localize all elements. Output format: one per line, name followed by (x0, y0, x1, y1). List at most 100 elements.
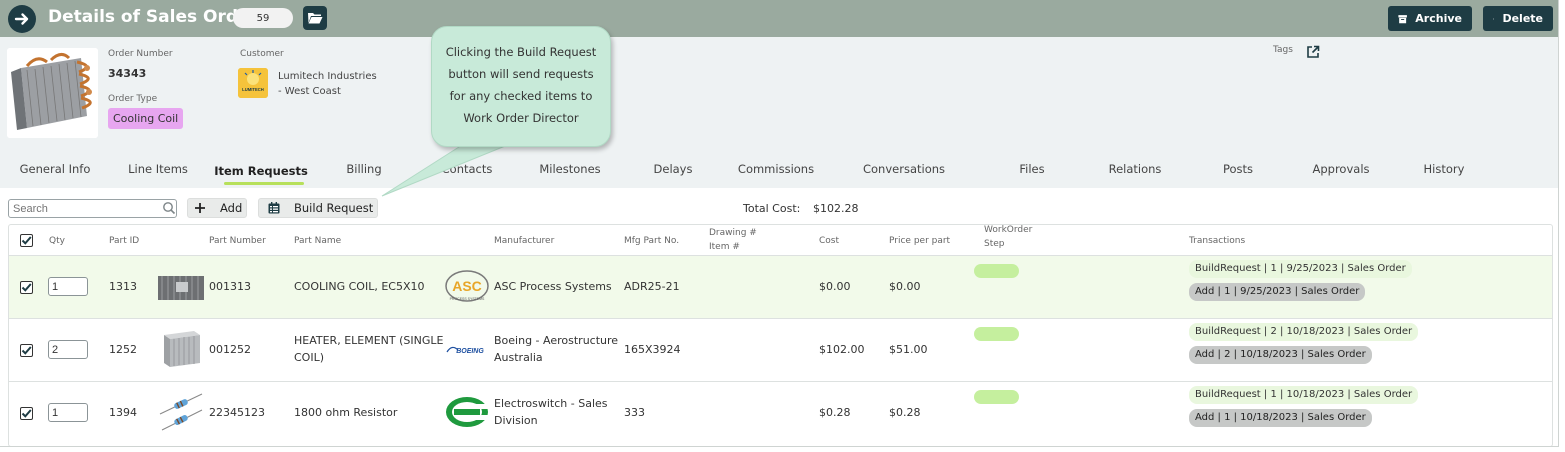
archive-button[interactable]: Archive (1388, 6, 1472, 31)
part-number: 001252 (209, 343, 251, 356)
electroswitch-logo-icon (446, 397, 488, 427)
header-workorder-line2: Step (984, 239, 1005, 249)
delete-label: Delete (1502, 12, 1543, 25)
row-checkbox[interactable] (20, 344, 33, 357)
transaction-build-request[interactable]: BuildRequest | 1 | 9/25/2023 | Sales Ord… (1189, 260, 1412, 278)
tooltip-line-3: for any checked items to (449, 89, 593, 103)
price-per-part: $0.00 (889, 280, 921, 293)
manufacturer-logo: BOEING (444, 332, 490, 368)
calendar-list-icon (268, 202, 280, 214)
table-row[interactable]: 1394 22345123 1800 ohm Resistor (9, 381, 1552, 444)
part-name-line1: 1800 ohm Resistor (294, 406, 398, 419)
plus-icon (195, 203, 205, 213)
checkmark-icon (21, 346, 32, 355)
checkmark-icon (21, 283, 32, 292)
price-per-part: $51.00 (889, 343, 928, 356)
folder-button[interactable] (303, 6, 327, 30)
customer-name-line1: Lumitech Industries (278, 71, 377, 82)
order-number-label: Order Number (108, 49, 173, 59)
transaction-build-request[interactable]: BuildRequest | 2 | 10/18/2023 | Sales Or… (1189, 323, 1419, 341)
tab-general-info[interactable]: General Info (20, 162, 91, 176)
customer-label: Customer (240, 49, 284, 59)
quantity-input[interactable] (48, 277, 88, 296)
workorder-step-pill[interactable] (974, 390, 1019, 404)
header-workorder-line1: WorkOrder (984, 225, 1033, 235)
tab-line-items[interactable]: Line Items (128, 162, 188, 176)
header-drawing-line2: Item # (709, 242, 740, 252)
part-name-line2: COIL) (294, 351, 325, 364)
part-name: COOLING COIL, EC5X10 (294, 278, 425, 295)
manufacturer-line1: Electroswitch - Sales (494, 397, 608, 410)
manufacturer-logo (444, 394, 490, 430)
transaction-build-request[interactable]: BuildRequest | 1 | 10/18/2023 | Sales Or… (1189, 386, 1419, 404)
workorder-step-pill[interactable] (974, 327, 1019, 341)
quantity-input[interactable] (48, 340, 88, 359)
header-manufacturer: Manufacturer (494, 236, 555, 246)
part-image (158, 329, 204, 369)
customer-logo-text: LUMITECH (242, 87, 264, 92)
part-name-line1: HEATER, ELEMENT (SINGLE (294, 334, 444, 347)
search-input[interactable] (8, 199, 177, 218)
build-request-button[interactable]: Build Request (258, 198, 378, 218)
manufacturer-name: Boeing - Aerostructure Australia (494, 332, 618, 366)
resistor-part-image (159, 393, 203, 431)
tab-item-requests[interactable]: Item Requests (214, 164, 308, 178)
part-image (158, 268, 204, 308)
tab-billing[interactable]: Billing (346, 162, 381, 176)
search-icon[interactable] (162, 201, 176, 215)
tab-approvals[interactable]: Approvals (1312, 162, 1369, 176)
back-button[interactable] (8, 5, 36, 33)
tab-milestones[interactable]: Milestones (539, 162, 600, 176)
header-part-number: Part Number (209, 236, 266, 246)
cooling-coil-part-image (158, 276, 204, 300)
tab-relations[interactable]: Relations (1109, 162, 1162, 176)
manufacturer-name: Electroswitch - Sales Division (494, 395, 608, 429)
archive-label: Archive (1415, 12, 1462, 25)
tab-contacts[interactable]: Contacts (442, 162, 493, 176)
tooltip-line-4: Work Order Director (463, 111, 579, 125)
checkmark-icon (21, 409, 32, 418)
tab-delays[interactable]: Delays (654, 162, 693, 176)
customer-logo[interactable]: LUMITECH (238, 68, 268, 98)
header-price-per-part: Price per part (889, 236, 951, 246)
header-cost: Cost (819, 236, 840, 246)
boeing-logo-icon: BOEING (446, 346, 484, 355)
heater-part-image (164, 331, 200, 367)
mfg-part-no: 333 (624, 406, 645, 419)
price-per-part: $0.28 (889, 406, 921, 419)
add-button[interactable]: Add (187, 198, 247, 218)
transaction-add[interactable]: Add | 1 | 10/18/2023 | Sales Order (1189, 409, 1372, 427)
close-icon (1493, 17, 1495, 20)
tab-history[interactable]: History (1424, 162, 1465, 176)
header-transactions: Transactions (1189, 236, 1246, 246)
manufacturer-line2: Australia (494, 351, 543, 364)
cost: $0.28 (819, 406, 851, 419)
checkmark-icon (21, 236, 32, 245)
delete-button[interactable]: Delete (1483, 6, 1553, 31)
header-mfg-part-no: Mfg Part No. (624, 236, 680, 246)
customer-name[interactable]: Lumitech Industries - West Coast (278, 69, 388, 99)
tab-posts[interactable]: Posts (1223, 162, 1253, 176)
page-title: Details of Sales Order (48, 7, 258, 27)
tab-conversations[interactable]: Conversations (863, 162, 945, 176)
row-checkbox[interactable] (20, 407, 33, 420)
manufacturer-line1: ASC Process Systems (494, 280, 612, 293)
table-row[interactable]: 1252 001252 HEATER, ELEMENT (SINGLE COIL… (9, 318, 1552, 381)
external-link-icon[interactable] (1306, 45, 1320, 59)
row-checkbox[interactable] (20, 281, 33, 294)
transaction-add[interactable]: Add | 2 | 10/18/2023 | Sales Order (1189, 346, 1372, 364)
folder-open-icon (308, 13, 323, 24)
add-label: Add (220, 201, 243, 215)
quantity-input[interactable] (48, 403, 88, 422)
select-all-checkbox[interactable] (20, 234, 33, 247)
part-number: 001313 (209, 280, 251, 293)
transaction-add[interactable]: Add | 1 | 9/25/2023 | Sales Order (1189, 283, 1366, 301)
part-name: HEATER, ELEMENT (SINGLE COIL) (294, 332, 443, 366)
manufacturer-name: ASC Process Systems (494, 278, 612, 295)
workorder-step-pill[interactable] (974, 264, 1019, 278)
mfg-part-no: ADR25-21 (624, 280, 680, 293)
tab-files[interactable]: Files (1019, 162, 1044, 176)
table-row[interactable]: 1313 001313 COOLING COIL, EC5X10 ASC PRO… (9, 255, 1552, 318)
cooling-coil-image (7, 48, 98, 138)
tab-commissions[interactable]: Commissions (738, 162, 814, 176)
